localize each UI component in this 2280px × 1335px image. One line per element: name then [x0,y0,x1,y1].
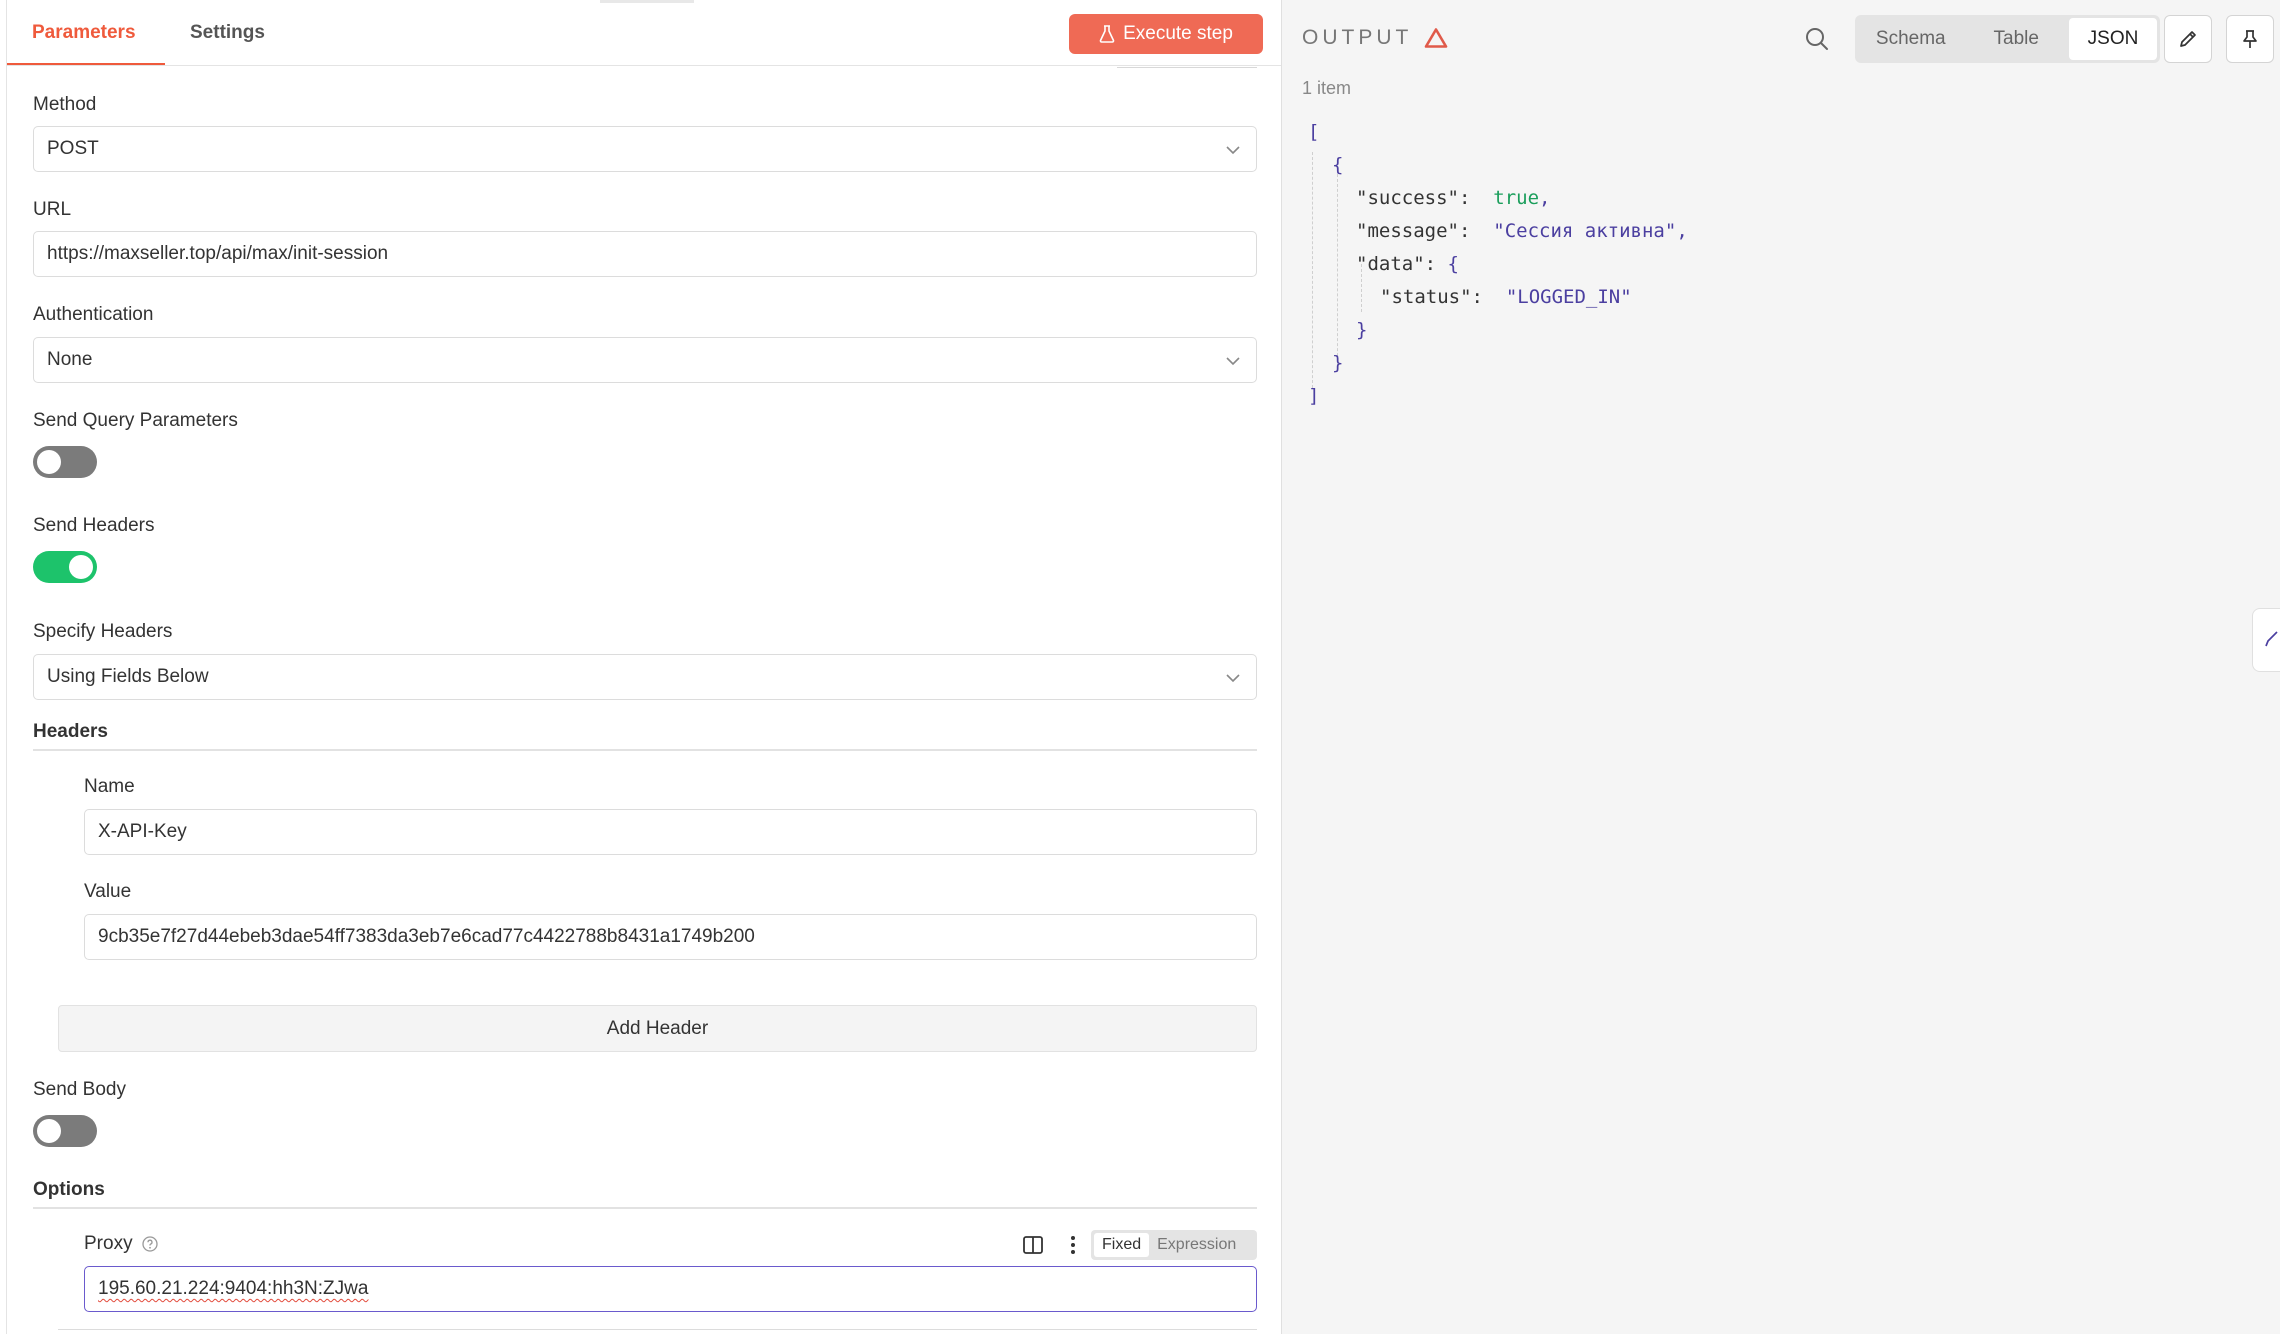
method-value: POST [47,138,99,159]
authentication-select[interactable]: None [33,337,1257,383]
header-value-value: 9cb35e7f27d44ebeb3dae54ff7383da3eb7e6cad… [98,926,755,947]
chevron-down-icon [1226,674,1240,683]
pencil-icon [2180,31,2196,47]
pencil-icon [2265,631,2278,647]
tab-settings[interactable]: Settings [190,22,265,44]
json-line: } [1356,314,1367,346]
json-key-success: "success" [1356,187,1459,209]
pin-icon [2243,30,2257,48]
header-value-input[interactable]: 9cb35e7f27d44ebeb3dae54ff7383da3eb7e6cad… [84,914,1257,960]
view-table[interactable]: Table [1964,18,2070,60]
json-value-success: true [1493,187,1540,209]
send-query-toggle[interactable] [33,446,97,478]
send-headers-toggle[interactable] [33,551,97,583]
edit-output-button[interactable] [2164,15,2212,63]
json-line: "success": true, [1356,187,1551,209]
mode-fixed[interactable]: Fixed [1094,1233,1150,1257]
add-header-button[interactable]: Add Header [58,1005,1257,1052]
json-line: "data": { [1356,253,1459,275]
authentication-value: None [47,349,93,370]
json-line: "message": "Сессия активна", [1356,220,1688,242]
output-view-switch: Schema Table JSON [1855,15,2160,63]
chevron-down-icon [1226,357,1240,366]
json-open-array: [ [1308,121,1320,143]
json-key-message: "message" [1356,220,1459,242]
headers-divider [33,749,1257,751]
parameters-panel: Parameters Settings Execute step Method … [6,0,1281,1334]
header-name-input[interactable]: X-API-Key [84,809,1257,855]
json-close-object: } [1332,352,1344,374]
help-circle-icon[interactable] [142,1236,158,1252]
fixed-expression-switch: Fixed Expression [1091,1230,1257,1260]
json-indent-guide [1312,152,1313,388]
proxy-input[interactable]: 195.60.21.224:9404:hh3N:ZJwa [84,1266,1257,1312]
chevron-down-icon [1226,146,1240,155]
panel-icon[interactable] [1022,1234,1044,1256]
hidden-field-edge [1117,64,1257,68]
proxy-value: 195.60.21.224:9404:hh3N:ZJwa [98,1278,369,1299]
pin-output-button[interactable] [2226,15,2274,63]
json-close-array: ] [1308,385,1320,407]
json-line: } [1332,347,1343,379]
method-select[interactable]: POST [33,126,1257,172]
side-panel-handle[interactable] [2252,608,2280,672]
json-indent-guide [1337,174,1338,366]
search-icon[interactable] [1804,26,1830,52]
output-title: OUTPUT [1302,26,1413,49]
json-key-status: "status" [1380,286,1472,308]
send-body-label: Send Body [33,1079,126,1100]
authentication-label: Authentication [33,304,154,325]
json-close-inner: } [1356,319,1368,341]
specify-headers-value: Using Fields Below [47,666,209,687]
header-name-value: X-API-Key [98,821,187,842]
execute-step-button[interactable]: Execute step [1069,14,1263,54]
url-value: https://maxseller.top/api/max/init-sessi… [47,243,389,264]
json-open-object: { [1332,154,1344,176]
header-value-label: Value [84,881,132,902]
toggle-knob [37,1119,61,1143]
proxy-label: Proxy [84,1233,133,1254]
view-schema[interactable]: Schema [1858,18,1964,60]
send-body-toggle[interactable] [33,1115,97,1147]
method-label: Method [33,94,97,115]
url-input[interactable]: https://maxseller.top/api/max/init-sessi… [33,231,1257,277]
send-query-label: Send Query Parameters [33,410,238,431]
json-value-status: "LOGGED_IN" [1505,286,1632,308]
headers-section-label: Headers [33,721,108,742]
view-json[interactable]: JSON [2069,18,2157,60]
send-headers-label: Send Headers [33,515,155,536]
options-section-label: Options [33,1179,105,1200]
item-count: 1 item [1302,78,1352,98]
url-label: URL [33,199,72,220]
json-line: { [1332,149,1343,181]
mode-expression[interactable]: Expression [1149,1233,1244,1257]
json-line: [ [1308,116,1319,148]
tabs-divider [7,65,1281,66]
more-vertical-icon[interactable] [1069,1233,1077,1257]
output-header: OUTPUT [1302,26,1448,50]
specify-headers-label: Specify Headers [33,621,173,642]
panel-drag-handle[interactable] [600,0,694,3]
toggle-knob [37,450,61,474]
tab-parameters[interactable]: Parameters [32,22,136,44]
json-line: ] [1308,380,1319,412]
flask-icon [1099,25,1115,43]
json-value-message: "Сессия активна" [1493,220,1677,242]
specify-headers-select[interactable]: Using Fields Below [33,654,1257,700]
warning-triangle-icon[interactable] [1424,27,1448,49]
json-line: "status": "LOGGED_IN" [1380,286,1632,308]
json-key-data: "data" [1356,253,1425,275]
toggle-knob [69,555,93,579]
next-field-edge [58,1329,1257,1335]
options-divider [33,1207,1257,1209]
header-name-label: Name [84,776,135,797]
execute-step-label: Execute step [1123,23,1233,44]
output-panel: OUTPUT Schema Table JSON 1 item [ { "suc… [1281,0,2280,1334]
